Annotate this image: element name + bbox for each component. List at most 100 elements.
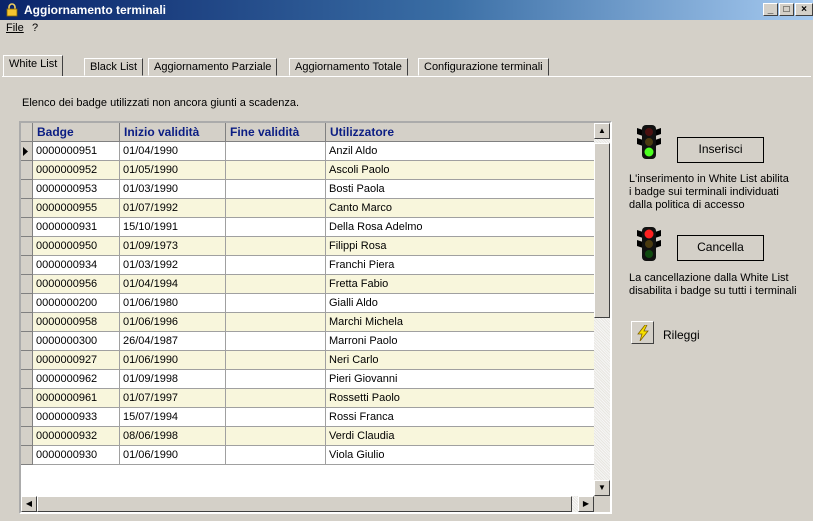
maximize-button[interactable]: □ [779, 3, 794, 16]
scroll-down-button[interactable]: ▼ [594, 480, 610, 496]
scroll-thumb[interactable] [594, 143, 610, 318]
cell-badge[interactable]: 0000000930 [33, 446, 120, 465]
table-row[interactable]: 0000000200 01/06/1980 Gialli Aldo [21, 294, 597, 313]
cell-fine[interactable] [226, 370, 326, 389]
cell-utilizzatore[interactable]: Bosti Paola [326, 180, 597, 199]
table-row[interactable]: 0000000956 01/04/1994 Fretta Fabio [21, 275, 597, 294]
cell-utilizzatore[interactable]: Canto Marco [326, 199, 597, 218]
cell-fine[interactable] [226, 294, 326, 313]
cell-inizio[interactable]: 01/09/1998 [120, 370, 226, 389]
cell-inizio[interactable]: 15/10/1991 [120, 218, 226, 237]
tab-configurazione-terminali[interactable]: Configurazione terminali [418, 58, 549, 76]
column-header-utilizzatore[interactable]: Utilizzatore [326, 123, 597, 142]
cell-fine[interactable] [226, 332, 326, 351]
cell-badge[interactable]: 0000000927 [33, 351, 120, 370]
cell-inizio[interactable]: 01/04/1990 [120, 142, 226, 161]
table-row[interactable]: 0000000952 01/05/1990 Ascoli Paolo [21, 161, 597, 180]
horizontal-scrollbar[interactable]: ◀ ▶ [21, 496, 594, 512]
scroll-left-button[interactable]: ◀ [21, 496, 37, 512]
cell-badge[interactable]: 0000000958 [33, 313, 120, 332]
column-header-inizio[interactable]: Inizio validità [120, 123, 226, 142]
cell-inizio[interactable]: 26/04/1987 [120, 332, 226, 351]
cell-fine[interactable] [226, 389, 326, 408]
cell-badge[interactable]: 0000000952 [33, 161, 120, 180]
table-row[interactable]: 0000000927 01/06/1990 Neri Carlo [21, 351, 597, 370]
row-indicator[interactable] [21, 389, 33, 408]
cell-inizio[interactable]: 01/04/1994 [120, 275, 226, 294]
minimize-button[interactable]: _ [763, 3, 778, 16]
row-indicator[interactable] [21, 427, 33, 446]
cell-utilizzatore[interactable]: Fretta Fabio [326, 275, 597, 294]
table-row[interactable]: 0000000931 15/10/1991 Della Rosa Adelmo [21, 218, 597, 237]
cell-badge[interactable]: 0000000933 [33, 408, 120, 427]
cell-fine[interactable] [226, 427, 326, 446]
cell-fine[interactable] [226, 199, 326, 218]
cell-utilizzatore[interactable]: Ascoli Paolo [326, 161, 597, 180]
cell-badge[interactable]: 0000000932 [33, 427, 120, 446]
cell-fine[interactable] [226, 446, 326, 465]
cell-fine[interactable] [226, 275, 326, 294]
scroll-right-button[interactable]: ▶ [578, 496, 594, 512]
cell-fine[interactable] [226, 408, 326, 427]
tab-aggiornamento-totale[interactable]: Aggiornamento Totale [289, 58, 408, 76]
table-row[interactable]: 0000000953 01/03/1990 Bosti Paola [21, 180, 597, 199]
cell-inizio[interactable]: 08/06/1998 [120, 427, 226, 446]
cell-utilizzatore[interactable]: Filippi Rosa [326, 237, 597, 256]
row-indicator[interactable] [21, 446, 33, 465]
cell-utilizzatore[interactable]: Anzil Aldo [326, 142, 597, 161]
row-indicator[interactable] [21, 332, 33, 351]
cell-fine[interactable] [226, 218, 326, 237]
table-row[interactable]: 0000000933 15/07/1994 Rossi Franca [21, 408, 597, 427]
row-indicator[interactable] [21, 237, 33, 256]
inserisci-button[interactable]: Inserisci [677, 137, 764, 163]
row-indicator[interactable] [21, 218, 33, 237]
column-header-badge[interactable]: Badge [33, 123, 120, 142]
cell-fine[interactable] [226, 351, 326, 370]
badge-table[interactable]: Badge Inizio validità Fine validità Util… [19, 121, 612, 514]
cell-badge[interactable]: 0000000950 [33, 237, 120, 256]
cell-utilizzatore[interactable]: Rossi Franca [326, 408, 597, 427]
horizontal-scroll-thumb[interactable] [37, 496, 572, 512]
cell-fine[interactable] [226, 256, 326, 275]
row-indicator[interactable] [21, 313, 33, 332]
cell-fine[interactable] [226, 237, 326, 256]
row-indicator[interactable] [21, 142, 33, 161]
table-row[interactable]: 0000000955 01/07/1992 Canto Marco [21, 199, 597, 218]
cell-badge[interactable]: 0000000956 [33, 275, 120, 294]
scroll-up-button[interactable]: ▲ [594, 123, 610, 139]
cell-utilizzatore[interactable]: Marchi Michela [326, 313, 597, 332]
cell-badge[interactable]: 0000000953 [33, 180, 120, 199]
row-indicator[interactable] [21, 275, 33, 294]
cell-fine[interactable] [226, 142, 326, 161]
cell-inizio[interactable]: 01/03/1990 [120, 180, 226, 199]
cell-badge[interactable]: 0000000931 [33, 218, 120, 237]
cell-fine[interactable] [226, 180, 326, 199]
cell-badge[interactable]: 0000000951 [33, 142, 120, 161]
cell-utilizzatore[interactable]: Verdi Claudia [326, 427, 597, 446]
cancella-button[interactable]: Cancella [677, 235, 764, 261]
cell-inizio[interactable]: 01/07/1992 [120, 199, 226, 218]
cell-inizio[interactable]: 01/06/1990 [120, 446, 226, 465]
cell-utilizzatore[interactable]: Neri Carlo [326, 351, 597, 370]
row-indicator[interactable] [21, 161, 33, 180]
table-row[interactable]: 0000000962 01/09/1998 Pieri Giovanni [21, 370, 597, 389]
table-row[interactable]: 0000000932 08/06/1998 Verdi Claudia [21, 427, 597, 446]
table-row[interactable]: 0000000950 01/09/1973 Filippi Rosa [21, 237, 597, 256]
cell-inizio[interactable]: 01/06/1990 [120, 351, 226, 370]
cell-fine[interactable] [226, 161, 326, 180]
close-button[interactable]: × [795, 3, 813, 16]
row-indicator[interactable] [21, 199, 33, 218]
cell-utilizzatore[interactable]: Gialli Aldo [326, 294, 597, 313]
table-row[interactable]: 0000000958 01/06/1996 Marchi Michela [21, 313, 597, 332]
cell-inizio[interactable]: 01/03/1992 [120, 256, 226, 275]
rileggi-button[interactable] [631, 321, 654, 344]
row-indicator[interactable] [21, 256, 33, 275]
tab-white-list[interactable]: White List [3, 55, 64, 76]
cell-badge[interactable]: 0000000200 [33, 294, 120, 313]
tab-aggiornamento-parziale[interactable]: Aggiornamento Parziale [148, 58, 278, 76]
column-header-fine[interactable]: Fine validità [226, 123, 326, 142]
cell-inizio[interactable]: 01/05/1990 [120, 161, 226, 180]
cell-badge[interactable]: 0000000962 [33, 370, 120, 389]
cell-badge[interactable]: 0000000961 [33, 389, 120, 408]
table-row[interactable]: 0000000300 26/04/1987 Marroni Paolo [21, 332, 597, 351]
